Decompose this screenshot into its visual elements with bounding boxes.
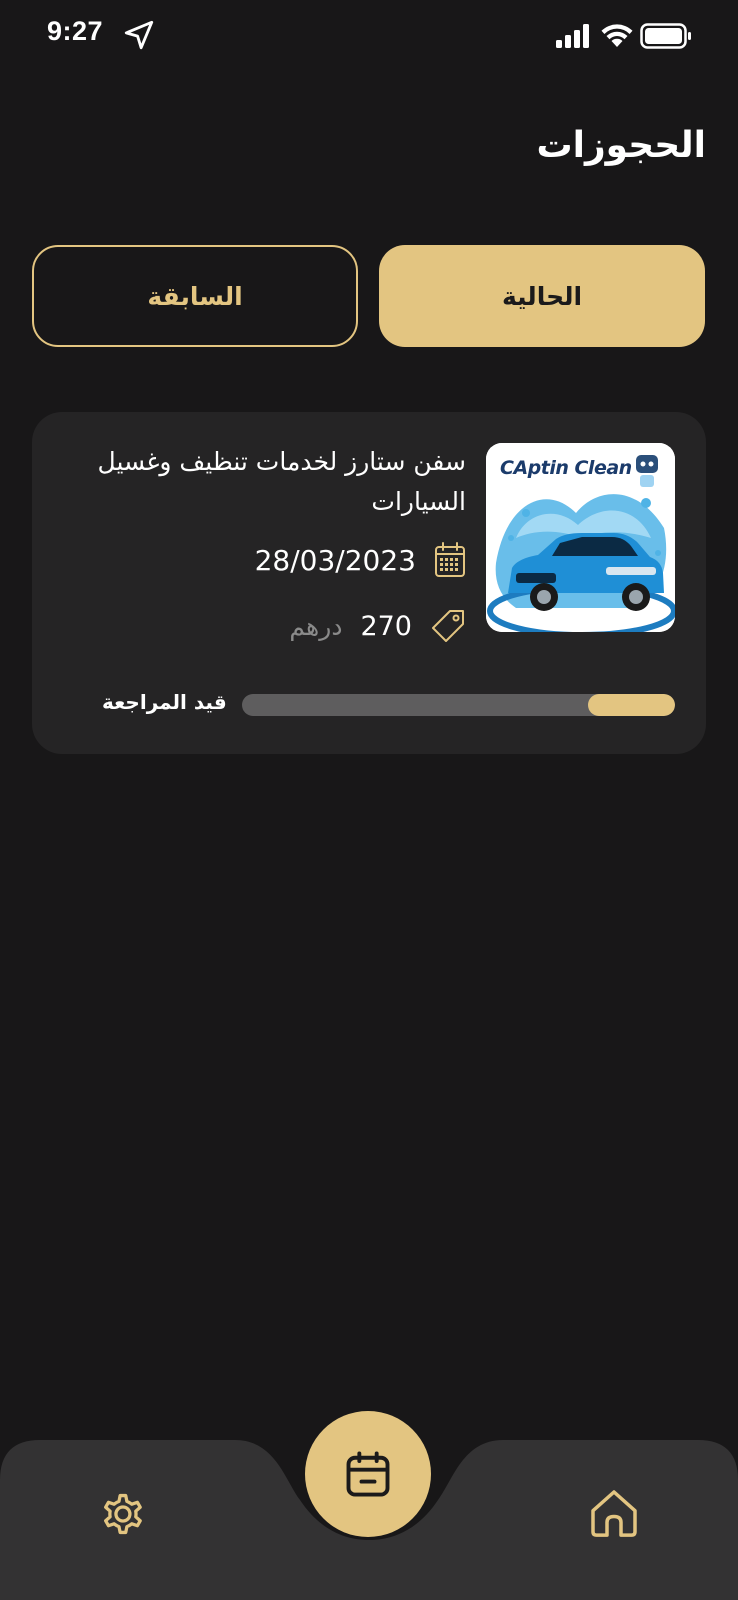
provider-name: سفن ستارز لخدمات تنظيف وغسيل السيارات — [97, 447, 466, 516]
price-tag-icon — [432, 610, 464, 642]
location-arrow-icon — [124, 20, 154, 50]
booking-status: قيد المراجعة — [102, 690, 227, 714]
cellular-signal-icon — [556, 24, 589, 48]
tab-current[interactable]: الحالية — [379, 245, 705, 347]
booking-date: 28/03/2023 — [254, 543, 416, 577]
page-title: الحجوزات — [536, 125, 706, 166]
bookings-calendar-icon — [346, 1451, 390, 1497]
settings-icon[interactable] — [94, 1486, 150, 1542]
tab-current-label: الحالية — [501, 281, 583, 311]
tab-previous-label: السابقة — [147, 281, 243, 311]
booking-price: 270 — [360, 610, 412, 642]
battery-icon — [640, 23, 691, 49]
bookings-nav-button[interactable] — [305, 1411, 431, 1537]
wifi-icon — [601, 24, 633, 47]
booking-card[interactable]: CAptin Clean سفن ستارز لخدمات تنظيف وغسي… — [32, 412, 706, 754]
booking-date-row: 28/03/2023 — [255, 542, 466, 578]
calendar-icon — [435, 542, 465, 577]
booking-progress-fill — [588, 694, 675, 716]
status-time: 9:27 — [47, 16, 104, 46]
home-icon[interactable] — [586, 1484, 642, 1542]
booking-price-row: 270 درهم — [289, 608, 466, 644]
provider-logo-text: CAptin Clean — [500, 457, 632, 479]
booking-currency: درهم — [289, 611, 343, 641]
provider-thumbnail: CAptin Clean — [486, 443, 675, 632]
tab-previous[interactable]: السابقة — [32, 245, 358, 347]
booking-progress-bar — [242, 694, 675, 716]
status-bar: 9:27 — [0, 0, 738, 72]
